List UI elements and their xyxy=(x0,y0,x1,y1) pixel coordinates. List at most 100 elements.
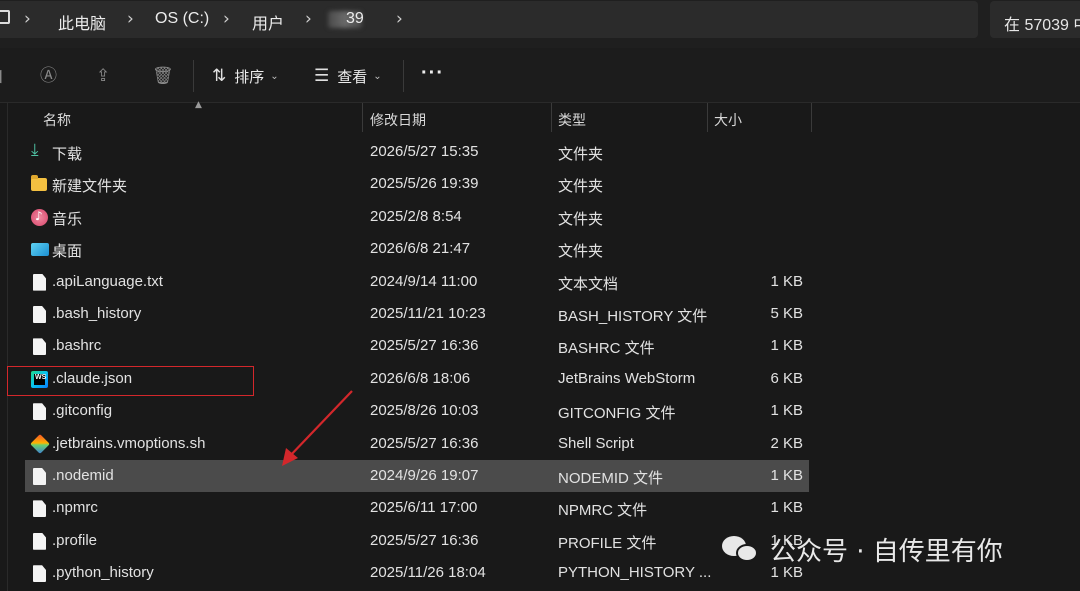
shell-script-icon xyxy=(30,433,50,454)
watermark: 公众号 · 自传里有你 xyxy=(722,529,1003,569)
file-size: 5 KB xyxy=(770,305,803,322)
file-modified-date: 2025/11/26 18:04 xyxy=(370,564,486,582)
annotation-highlight-box xyxy=(7,366,254,396)
document-icon xyxy=(33,532,46,550)
file-row[interactable]: .bashrc 2025/5/27 16:36 BASHRC 文件 1 KB xyxy=(25,330,809,362)
file-type: Shell Script xyxy=(558,434,634,452)
file-type: BASH_HISTORY 文件 xyxy=(558,308,708,325)
download-icon: ⤓ xyxy=(31,140,39,160)
command-bar: ◖ Ⓐ ⇪ 🗑 ⇅ 排序 ⌄ ☰ 查看 ⌄ ··· xyxy=(0,48,1080,103)
computer-icon xyxy=(0,10,10,24)
column-header: ▲ 名称 修改日期 类型 大小 xyxy=(0,100,1080,132)
file-modified-date: 2025/6/11 17:00 xyxy=(370,499,478,517)
file-modified-date: 2025/5/27 16:36 xyxy=(370,531,479,549)
file-row[interactable]: .python_history 2025/11/26 18:04 PYTHON_HI… xyxy=(25,557,809,589)
chevron-right-icon[interactable]: › xyxy=(396,9,403,29)
music-icon xyxy=(31,208,48,226)
file-row[interactable]: 桌面 2026/6/8 21:47 文件夹 xyxy=(25,233,809,265)
file-row[interactable]: .gitconfig 2025/8/26 10:03 GITCONFIG 文件 1 K… xyxy=(25,395,809,427)
column-name[interactable]: 名称 xyxy=(43,103,71,132)
sort-button[interactable]: ⇅ 排序 ⌄ xyxy=(212,64,279,88)
toolbar-divider xyxy=(193,60,194,92)
column-divider[interactable] xyxy=(811,103,812,132)
file-type: 文本文档 xyxy=(558,275,619,293)
navigation-pane-edge xyxy=(0,103,8,591)
search-input[interactable]: 在 57039 中搜索 xyxy=(990,1,1080,38)
view-button[interactable]: ☰ 查看 ⌄ xyxy=(314,64,382,88)
file-row[interactable]: .apiLanguage.txt 2024/9/14 11:00 文本文档 1 KB xyxy=(25,266,809,298)
file-type: PYTHON_HISTORY ... xyxy=(558,564,712,582)
sort-ascending-icon: ▲ xyxy=(195,100,202,110)
sort-label: 排序 xyxy=(234,68,265,86)
wechat-icon xyxy=(722,534,760,564)
file-name: 音乐 xyxy=(52,210,83,228)
breadcrumb-this-pc[interactable]: 此电脑 xyxy=(58,10,106,34)
chevron-down-icon: ⌄ xyxy=(373,70,382,82)
column-type[interactable]: 类型 xyxy=(558,103,586,132)
file-row[interactable]: .npmrc 2025/6/11 17:00 NPMRC 文件 1 KB xyxy=(25,492,809,524)
file-modified-date: 2025/5/27 16:36 xyxy=(370,337,479,355)
column-divider[interactable] xyxy=(707,103,708,132)
document-icon xyxy=(33,273,46,291)
file-row[interactable]: .nodemid 2024/9/26 19:07 NODEMID 文件 1 KB xyxy=(25,460,809,492)
file-type: JetBrains WebStorm xyxy=(558,369,696,387)
breadcrumb-users[interactable]: 用户 xyxy=(252,10,284,34)
breadcrumb-user-folder[interactable]: 39 xyxy=(346,10,364,28)
sort-icon: ⇅ xyxy=(212,66,227,86)
file-modified-date: 2025/5/26 19:39 xyxy=(370,175,479,193)
annotation-arrow xyxy=(282,390,353,466)
file-name: .gitconfig xyxy=(52,402,113,420)
file-size: 1 KB xyxy=(770,499,803,517)
file-row[interactable]: .bash_history 2025/11/21 10:23 BASH_HISTOR… xyxy=(25,298,809,330)
file-row[interactable]: .jetbrains.vmoptions.sh 2025/5/27 16:36 Sh… xyxy=(25,428,809,460)
chevron-down-icon: ⌄ xyxy=(270,70,279,82)
column-size[interactable]: 大小 xyxy=(714,103,742,132)
document-icon xyxy=(33,565,46,583)
file-name: .python_history xyxy=(52,564,154,582)
file-type: 文件夹 xyxy=(558,146,604,163)
file-modified-date: 2026/5/27 15:35 xyxy=(370,143,479,160)
file-modified-date: 2024/9/14 11:00 xyxy=(370,272,478,290)
more-options-button[interactable]: ··· xyxy=(421,62,444,85)
file-modified-date: 2025/11/21 10:23 xyxy=(370,305,486,322)
file-name: .bashrc xyxy=(52,337,102,355)
address-bar: › 此电脑 › OS (C:) › 用户 › 39 › 在 57039 中搜索 xyxy=(0,0,1080,48)
file-modified-date: 2026/6/8 18:06 xyxy=(370,369,471,387)
file-row[interactable]: 新建文件夹 2025/5/26 19:39 文件夹 xyxy=(25,168,809,200)
file-type: PROFILE 文件 xyxy=(558,534,657,552)
column-divider[interactable] xyxy=(362,103,363,132)
document-icon xyxy=(33,500,46,518)
chevron-right-icon[interactable]: › xyxy=(24,9,31,29)
rename-icon[interactable]: Ⓐ xyxy=(40,67,57,85)
file-size: 1 KB xyxy=(770,272,803,290)
file-type: BASHRC 文件 xyxy=(558,340,655,358)
file-size: 1 KB xyxy=(770,402,803,420)
file-row[interactable]: .profile 2025/5/27 16:36 PROFILE 文件 1 KB xyxy=(25,525,809,557)
delete-icon[interactable]: 🗑 xyxy=(152,67,174,85)
chevron-right-icon[interactable]: › xyxy=(305,9,312,29)
document-icon xyxy=(33,468,46,485)
file-modified-date: 2025/2/8 8:54 xyxy=(370,207,462,225)
file-name: .jetbrains.vmoptions.sh xyxy=(52,434,206,452)
breadcrumb[interactable]: › 此电脑 › OS (C:) › 用户 › 39 › xyxy=(0,1,978,38)
file-modified-date: 2026/6/8 21:47 xyxy=(370,240,471,258)
file-size: 2 KB xyxy=(770,434,803,452)
cut-icon[interactable]: ◖ xyxy=(0,67,3,85)
chevron-right-icon[interactable]: › xyxy=(223,9,230,29)
column-divider[interactable] xyxy=(551,103,552,132)
file-row[interactable]: ⤓ 下载 2026/5/27 15:35 文件夹 xyxy=(25,136,809,168)
file-name: .profile xyxy=(52,531,98,549)
share-icon[interactable]: ⇪ xyxy=(96,67,110,85)
document-icon xyxy=(33,403,46,421)
document-icon xyxy=(33,338,46,356)
file-list: ▲ 名称 修改日期 类型 大小 ⤓ 下载 2026/5/27 15:35 文件夹 新建文… xyxy=(0,100,1080,591)
file-size: 1 KB xyxy=(770,337,803,355)
chevron-right-icon[interactable]: › xyxy=(127,9,134,29)
file-type: NODEMID 文件 xyxy=(558,470,664,487)
file-size: 6 KB xyxy=(770,369,803,387)
file-type: NPMRC 文件 xyxy=(558,502,648,520)
column-date[interactable]: 修改日期 xyxy=(370,103,426,132)
file-type: GITCONFIG 文件 xyxy=(558,405,676,423)
file-row[interactable]: 音乐 2025/2/8 8:54 文件夹 xyxy=(25,201,809,233)
breadcrumb-drive-c[interactable]: OS (C:) xyxy=(155,10,209,28)
